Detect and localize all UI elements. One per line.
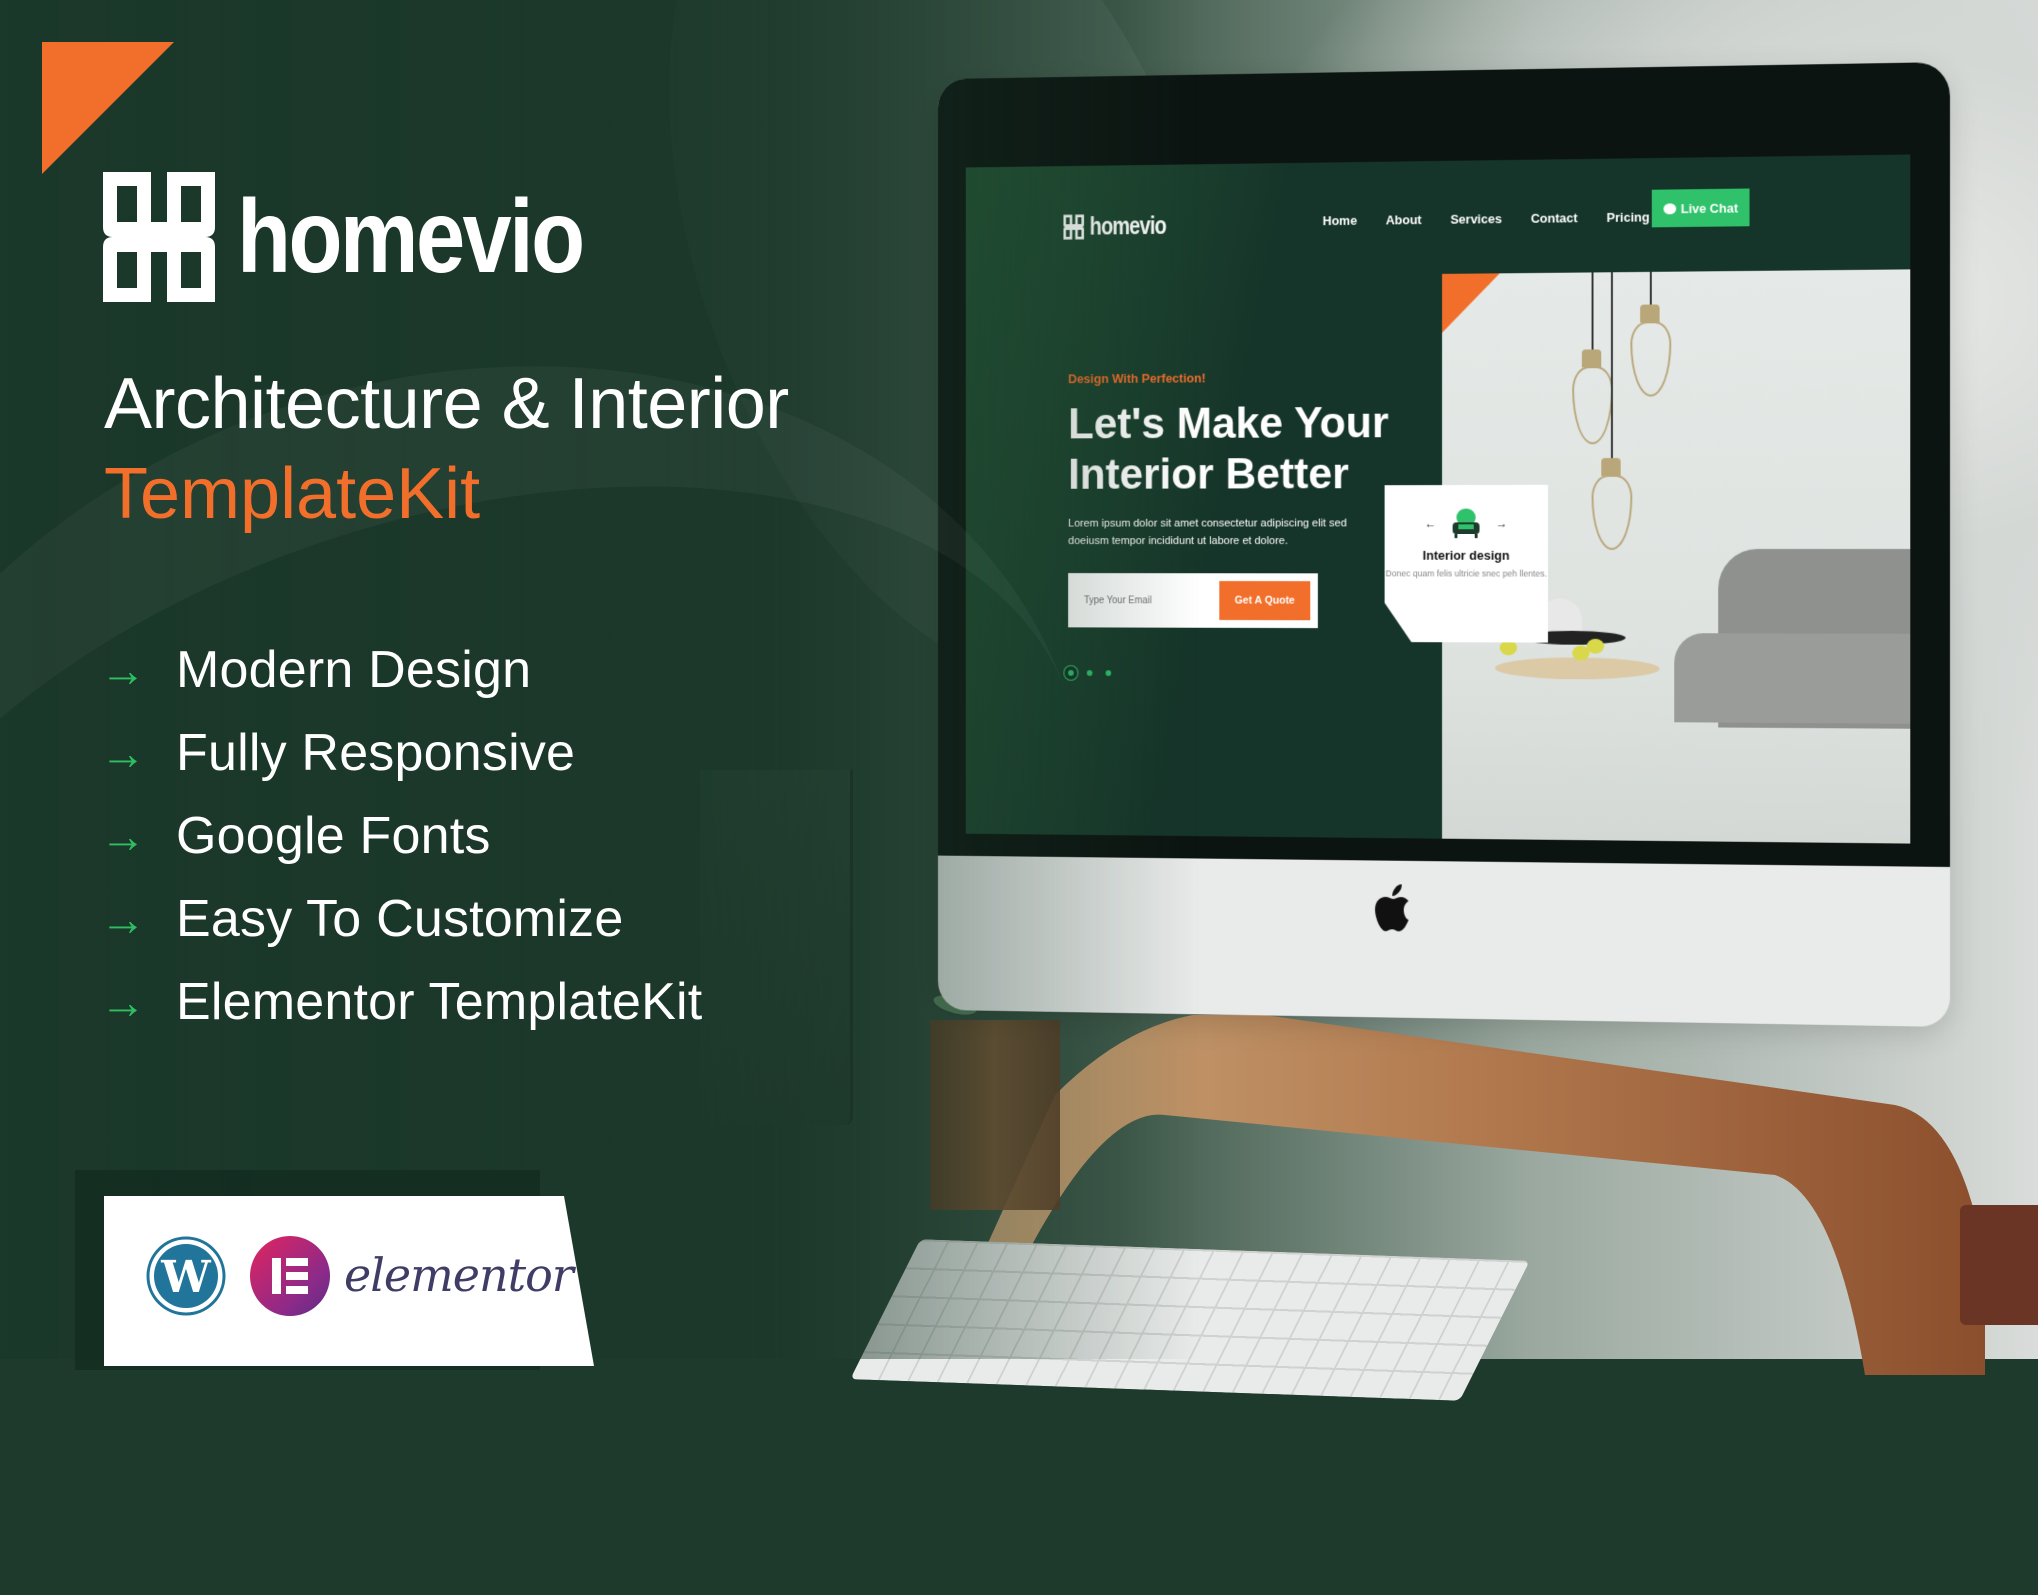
website-preview: homevio Home About Services Contact Pric… <box>965 154 1911 844</box>
elementor-logo-icon <box>250 1236 330 1316</box>
nav-pricing[interactable]: Pricing <box>1607 210 1650 225</box>
feature-label: Google Fonts <box>176 806 491 865</box>
nav-about[interactable]: About <box>1386 212 1422 227</box>
site-logo[interactable]: homevio <box>1063 211 1179 241</box>
feature-label: Elementor TemplateKit <box>176 972 703 1031</box>
feature-item: → Easy To Customize <box>100 877 702 960</box>
email-input[interactable] <box>1082 593 1199 607</box>
orange-corner-accent <box>1442 273 1500 333</box>
next-arrow-icon[interactable]: → <box>1496 516 1508 530</box>
feature-item: → Google Fonts <box>100 794 702 877</box>
card-text: Donec quam felis ultricie snec peh llent… <box>1385 568 1548 579</box>
arrow-right-icon: → <box>100 975 146 1028</box>
arrow-right-icon: → <box>100 726 146 779</box>
armchair-seat <box>1674 633 1911 724</box>
keyboard <box>850 1239 1530 1401</box>
arrow-right-icon: → <box>100 892 146 945</box>
quote-form: Get A Quote <box>1068 573 1318 629</box>
pendant-lamp <box>1587 272 1636 569</box>
imac-monitor: homevio Home About Services Contact Pric… <box>937 62 1950 1027</box>
service-card: ← → Interior design Donec quam felis ult… <box>1385 485 1548 643</box>
hero-title: Let's Make Your Interior Better <box>1068 396 1389 499</box>
armchair-icon <box>1450 507 1483 540</box>
homevio-logo-icon <box>1063 214 1085 240</box>
arrow-right-icon: → <box>100 643 146 696</box>
live-chat-button[interactable]: Live Chat <box>1651 188 1750 228</box>
headline-accent: TemplateKit <box>104 454 481 534</box>
homevio-logo-icon <box>103 172 215 302</box>
apple-logo-icon <box>1375 884 1409 932</box>
feature-list: → Modern Design → Fully Responsive → Goo… <box>100 628 702 1043</box>
slider-dot-2[interactable] <box>1086 670 1093 676</box>
brand-logo: homevio <box>103 172 644 302</box>
feature-label: Modern Design <box>176 640 532 699</box>
wordpress-logo-icon: W <box>146 1236 226 1316</box>
hero-description: Lorem ipsum dolor sit amet consectetur a… <box>1068 517 1347 547</box>
site-nav: Home About Services Contact Pricing <box>1323 210 1650 229</box>
feature-item: → Modern Design <box>100 628 702 711</box>
feature-item: → Elementor TemplateKit <box>100 960 702 1043</box>
nav-contact[interactable]: Contact <box>1531 210 1578 225</box>
card-title: Interior design <box>1422 547 1510 563</box>
chat-bubble-icon <box>1663 202 1676 214</box>
live-chat-label: Live Chat <box>1680 200 1739 216</box>
orange-corner-accent <box>42 42 174 174</box>
nav-home[interactable]: Home <box>1323 213 1357 228</box>
svg-text:W: W <box>160 1252 211 1303</box>
feature-label: Fully Responsive <box>176 723 576 782</box>
brand-name: homevio <box>237 179 585 295</box>
hero-tagline: Design With Perfection! <box>1068 370 1206 387</box>
feature-item: → Fully Responsive <box>100 711 702 794</box>
slider-dot-3[interactable] <box>1105 670 1112 677</box>
site-brand-name: homevio <box>1089 211 1167 240</box>
lemon <box>1499 640 1518 656</box>
platform-badges: W elementor <box>104 1196 594 1366</box>
prev-arrow-icon[interactable]: ← <box>1425 517 1437 531</box>
lemon <box>1586 638 1605 654</box>
elementor-wordmark: elementor <box>344 1248 574 1302</box>
feature-label: Easy To Customize <box>176 889 624 948</box>
headline: Architecture & Interior <box>104 364 789 444</box>
slider-dot-1[interactable] <box>1068 669 1074 676</box>
get-quote-button[interactable]: Get A Quote <box>1219 581 1311 621</box>
pencil-holder <box>1960 1205 2038 1325</box>
nav-services[interactable]: Services <box>1450 211 1501 226</box>
slider-dots <box>1068 669 1112 677</box>
arrow-right-icon: → <box>100 809 146 862</box>
